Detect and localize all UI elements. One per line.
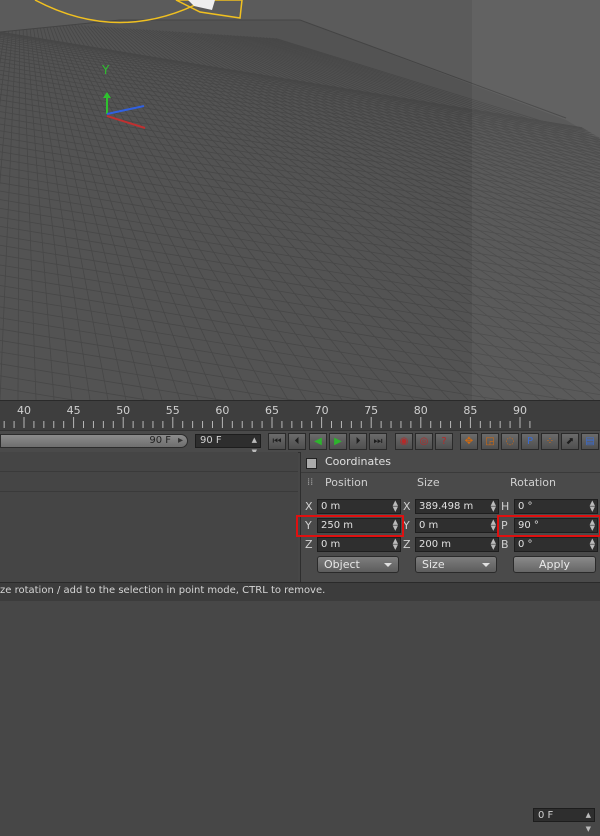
spinner-arrows-icon[interactable]: ▲▼ [586, 808, 591, 836]
position-z-label: Z [305, 538, 313, 551]
spinner-arrows-icon[interactable]: ▲▼ [491, 500, 496, 512]
timeline-tick-label: 85 [463, 404, 477, 417]
rotation-p-highlight [497, 515, 600, 537]
spinner-arrows-icon[interactable]: ▲▼ [393, 538, 398, 550]
rotation-b-field[interactable]: 0 ° ▲▼ [514, 537, 598, 552]
size-y-value: 0 m [419, 520, 438, 531]
autokey-button[interactable]: ◎ [415, 433, 433, 450]
size-x-label: X [403, 500, 411, 513]
size-mode-label: Size [422, 558, 445, 571]
interpolation-button[interactable]: ⬈ [561, 433, 579, 450]
spinner-arrows-icon[interactable]: ▲▼ [491, 519, 496, 531]
status-text: ze rotation / add to the selection in po… [0, 585, 325, 596]
size-z-label: Z [403, 538, 411, 551]
rotation-h-label: H [501, 500, 509, 513]
spinner-arrows-icon[interactable]: ▲▼ [491, 538, 496, 550]
size-header: Size [417, 476, 440, 489]
play-forwards-button[interactable]: ▶ [329, 433, 347, 450]
play-backwards-button[interactable]: ◀ [309, 433, 327, 450]
position-z-value: 0 m [321, 539, 340, 550]
rotation-h-field[interactable]: 0 ° ▲▼ [514, 499, 598, 514]
rotation-header: Rotation [510, 476, 556, 489]
record-rotation-button[interactable]: ◌ [501, 433, 519, 450]
size-mode-dropdown[interactable]: Size [415, 556, 497, 573]
coordinate-mode-dropdown[interactable]: Object [317, 556, 399, 573]
timeline-tick-label: 60 [215, 404, 229, 417]
size-y-field[interactable]: 0 m ▲▼ [415, 518, 499, 533]
transport-bar: 90 F ▸ 90 F▲▼ ⏮⏴◀▶⏵⏭ ◉◎? ✥◲◌P⁘⬈▤ [0, 430, 600, 453]
rotation-h-value: 0 ° [518, 501, 533, 512]
panel-row [0, 472, 298, 492]
size-x-value: 389.498 m [419, 501, 473, 512]
time-slider[interactable]: 90 F ▸ [0, 434, 188, 448]
panel-toggle-icon[interactable] [306, 458, 317, 469]
rotation-b-value: 0 ° [518, 539, 533, 550]
position-x-label: X [305, 500, 313, 513]
panel-header-row [0, 452, 298, 472]
viewport-overlay [0, 0, 600, 400]
timeline-tick-label: 50 [116, 404, 130, 417]
timeline-ruler[interactable]: 4045505560657075808590 0 F▲▼ [0, 400, 600, 431]
current-frame-field[interactable]: 0 F▲▼ [533, 808, 595, 822]
position-x-value: 0 m [321, 501, 340, 512]
world-axis-gizmo [103, 92, 145, 128]
record-point-level-button[interactable]: ⁘ [541, 433, 559, 450]
go-to-end-button[interactable]: ⏭ [369, 433, 387, 450]
size-x-field[interactable]: 389.498 m ▲▼ [415, 499, 499, 514]
chevron-down-icon [482, 563, 490, 567]
position-y-highlight [296, 515, 404, 537]
timeline-tick-label: 80 [414, 404, 428, 417]
current-frame-value: 0 F [538, 810, 553, 821]
position-x-field[interactable]: 0 m ▲▼ [317, 499, 401, 514]
position-z-field[interactable]: 0 m ▲▼ [317, 537, 401, 552]
coordinates-manager: Coordinates ⁞⁞ Position Size Rotation X … [300, 452, 600, 582]
timeline-tick-label: 75 [364, 404, 378, 417]
timeline-tick-label: 45 [67, 404, 81, 417]
spinner-arrows-icon[interactable]: ▲▼ [590, 538, 595, 550]
record-scale-button[interactable]: ◲ [481, 433, 499, 450]
timeline-tick-label: 40 [17, 404, 31, 417]
previous-key-button[interactable]: ⏴ [288, 433, 306, 450]
apply-button[interactable]: Apply [513, 556, 596, 573]
selected-object-outline [35, 0, 205, 23]
timeline-tick-label: 90 [513, 404, 527, 417]
rotation-b-label: B [501, 538, 509, 551]
timeline-tick-label: 65 [265, 404, 279, 417]
size-y-label: Y [403, 519, 410, 532]
go-to-start-button[interactable]: ⏮ [268, 433, 286, 450]
timeline-tick-label: 55 [166, 404, 180, 417]
size-z-field[interactable]: 200 m ▲▼ [415, 537, 499, 552]
timeline-tick-label: 70 [315, 404, 329, 417]
max-frame-value: 90 F [200, 435, 222, 446]
slider-arrow-icon: ▸ [178, 435, 183, 447]
size-z-value: 200 m [419, 539, 451, 550]
position-header: Position [325, 476, 368, 489]
axis-y-label: Y [102, 63, 109, 77]
status-bar: ze rotation / add to the selection in po… [0, 582, 600, 601]
record-parameter-button[interactable]: P [521, 433, 539, 450]
coordinates-header: Coordinates [301, 452, 600, 473]
max-frame-field[interactable]: 90 F▲▼ [195, 434, 261, 448]
keyframe-selection-button[interactable]: ? [435, 433, 453, 450]
perspective-viewport[interactable]: Y [0, 0, 600, 400]
next-key-button[interactable]: ⏵ [349, 433, 367, 450]
viewport-side-panel [472, 0, 600, 400]
attribute-panel-left [0, 452, 298, 582]
scheme-button[interactable]: ▤ [581, 433, 599, 450]
spinner-arrows-icon[interactable]: ▲▼ [590, 500, 595, 512]
coordinate-mode-label: Object [324, 558, 360, 571]
chevron-down-icon [384, 563, 392, 567]
record-keys-button[interactable]: ◉ [395, 433, 413, 450]
grip-icon: ⁞⁞ [307, 477, 313, 488]
time-slider-value: 90 F [149, 435, 171, 446]
coordinates-title: Coordinates [325, 455, 391, 468]
ruler-ticks [0, 401, 600, 431]
record-position-button[interactable]: ✥ [460, 433, 478, 450]
spinner-arrows-icon[interactable]: ▲▼ [393, 500, 398, 512]
